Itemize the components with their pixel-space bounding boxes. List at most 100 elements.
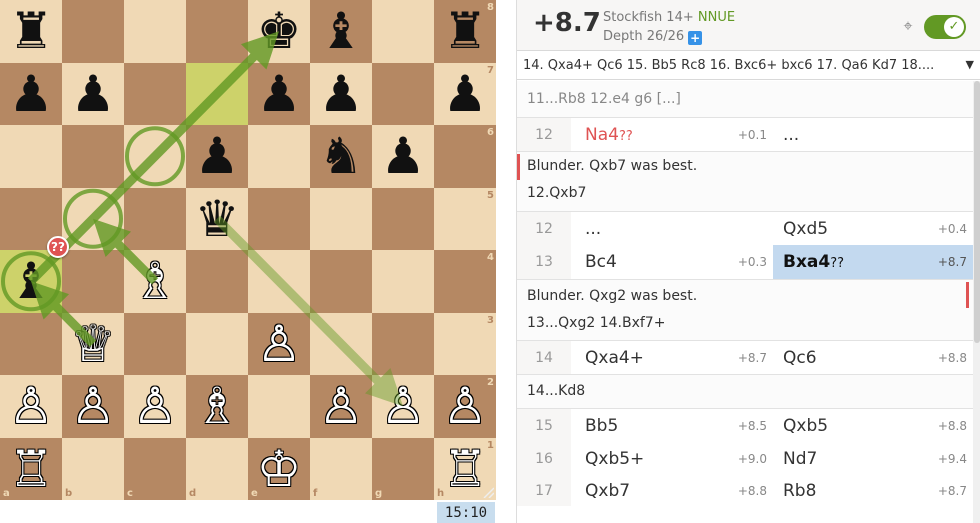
square-e2[interactable] [248,375,310,438]
variation-text[interactable]: 11...Rb8 12.e4 g6 [...] [527,91,681,107]
square-f4[interactable] [310,250,372,313]
move-index: 17 [535,483,553,499]
square-g7[interactable] [372,62,434,125]
chessboard[interactable]: 8 7 6 5 4 3 2 a b c d e f g 1 h ♜ ♚ ♝ ♜ ♟ ♟ ♟ ♟ ♟ ♟ ♞ ♟ ♛ ♝ ♗ ♕ ♙ ♙ ♙ ♙ ♗ ♙ ♙ ♙… [0,0,496,500]
black-pawn-icon[interactable]: ♟ [372,125,434,188]
black-king-icon[interactable]: ♚ [248,0,310,63]
comment-variation[interactable]: 13...Qxg2 14.Bxf7+ [527,315,665,331]
square-c7[interactable] [124,62,186,125]
square-c1[interactable]: c [124,437,186,500]
square-c5[interactable] [124,187,186,250]
square-c8[interactable] [124,0,186,63]
square-g5[interactable] [372,187,434,250]
square-b5[interactable] [62,187,124,250]
engine-toggle[interactable]: ✓ [924,15,966,39]
square-b8[interactable] [62,0,124,63]
white-rook-icon[interactable]: ♖ [0,438,62,501]
white-pawn-icon[interactable]: ♙ [434,375,496,438]
move-index: 14 [535,349,553,366]
black-pawn-icon[interactable]: ♟ [0,63,62,126]
square-d3[interactable] [186,312,248,375]
white-queen-icon[interactable]: ♕ [62,313,124,376]
white-move-eval: +8.8 [737,484,767,498]
square-g1[interactable]: g [372,437,434,500]
square-e6[interactable] [248,125,310,188]
white-move-eval: +0.3 [737,255,767,269]
variation-line: 14...Kd8 [517,374,973,408]
black-bishop-icon[interactable]: ♝ [310,0,372,63]
variation-text[interactable]: 14...Kd8 [527,383,585,399]
square-c3[interactable] [124,312,186,375]
principal-variation[interactable]: 14. Qxa4+ Qc6 15. Bb5 Rc8 16. Bxc6+ bxc6… [517,52,980,80]
white-move[interactable]: Qxa4+ [585,348,644,368]
white-move-eval: +9.0 [737,452,767,466]
white-pawn-icon[interactable]: ♙ [62,375,124,438]
square-h5[interactable]: 5 [434,187,496,250]
black-move-eval: +9.4 [937,452,967,466]
black-move[interactable]: Qxd5 [783,219,828,239]
black-move[interactable]: Qc6 [783,348,817,368]
black-rook-icon[interactable]: ♜ [0,0,62,63]
black-move[interactable]: Nd7 [783,449,817,469]
square-d1[interactable]: d [186,437,248,500]
black-pawn-icon[interactable]: ♟ [310,63,372,126]
white-pawn-icon[interactable]: ♙ [248,313,310,376]
black-queen-icon[interactable]: ♛ [186,188,248,251]
square-d7[interactable] [186,62,248,125]
white-pawn-icon[interactable]: ♙ [0,375,62,438]
square-b1[interactable]: b [62,437,124,500]
white-move[interactable]: Qxb7 [585,481,630,501]
white-pawn-icon[interactable]: ♙ [372,375,434,438]
black-bishop-icon[interactable]: ♝ [0,250,62,313]
square-g4[interactable] [372,250,434,313]
black-move[interactable]: Bxa4?? [783,252,844,272]
black-rook-icon[interactable]: ♜ [434,0,496,63]
black-knight-icon[interactable]: ♞ [310,125,372,188]
square-f5[interactable] [310,187,372,250]
square-a3[interactable] [0,312,62,375]
black-pawn-icon[interactable]: ♟ [62,63,124,126]
square-b6[interactable] [62,125,124,188]
square-h4[interactable]: 4 [434,250,496,313]
square-h3[interactable]: 3 [434,312,496,375]
white-move[interactable]: Qxb5+ [585,449,644,469]
square-f3[interactable] [310,312,372,375]
square-g8[interactable] [372,0,434,63]
square-c6[interactable] [124,125,186,188]
scrollbar-thumb[interactable] [974,81,980,343]
square-g3[interactable] [372,312,434,375]
white-bishop-icon[interactable]: ♗ [124,250,186,313]
pv-expand-icon[interactable]: ▼ [966,58,974,71]
move-glyph: ?? [830,256,845,271]
white-pawn-icon[interactable]: ♙ [310,375,372,438]
depth-plus-icon[interactable]: + [688,31,703,45]
white-move[interactable]: Bc4 [585,252,617,272]
square-e4[interactable] [248,250,310,313]
white-bishop-icon[interactable]: ♗ [186,375,248,438]
move-list-scrollbar[interactable] [973,81,980,523]
black-pawn-icon[interactable]: ♟ [248,63,310,126]
square-e5[interactable] [248,187,310,250]
white-move-eval: +8.7 [737,350,767,365]
square-a6[interactable] [0,125,62,188]
black-move[interactable]: Rb8 [783,481,816,501]
game-clock: 15:10 [437,502,495,523]
white-move: ... [585,218,602,239]
square-h6[interactable]: 6 [434,125,496,188]
target-icon[interactable]: ⌖ [899,17,917,35]
black-pawn-icon[interactable]: ♟ [434,63,496,126]
comment-variation[interactable]: 12.Qxb7 [527,185,586,201]
white-king-icon[interactable]: ♔ [248,438,310,501]
white-pawn-icon[interactable]: ♙ [124,375,186,438]
black-pawn-icon[interactable]: ♟ [186,125,248,188]
black-move-eval: +8.8 [937,350,967,365]
board-resize-grip-icon[interactable] [482,486,494,498]
comment-text: Blunder. Qxg2 was best. [527,288,698,304]
white-move[interactable]: Bb5 [585,416,618,436]
square-d4[interactable] [186,250,248,313]
square-d8[interactable] [186,0,248,63]
black-move[interactable]: Qxb5 [783,416,828,436]
square-b4[interactable] [62,250,124,313]
white-move[interactable]: Na4?? [585,125,633,145]
square-f1[interactable]: f [310,437,372,500]
